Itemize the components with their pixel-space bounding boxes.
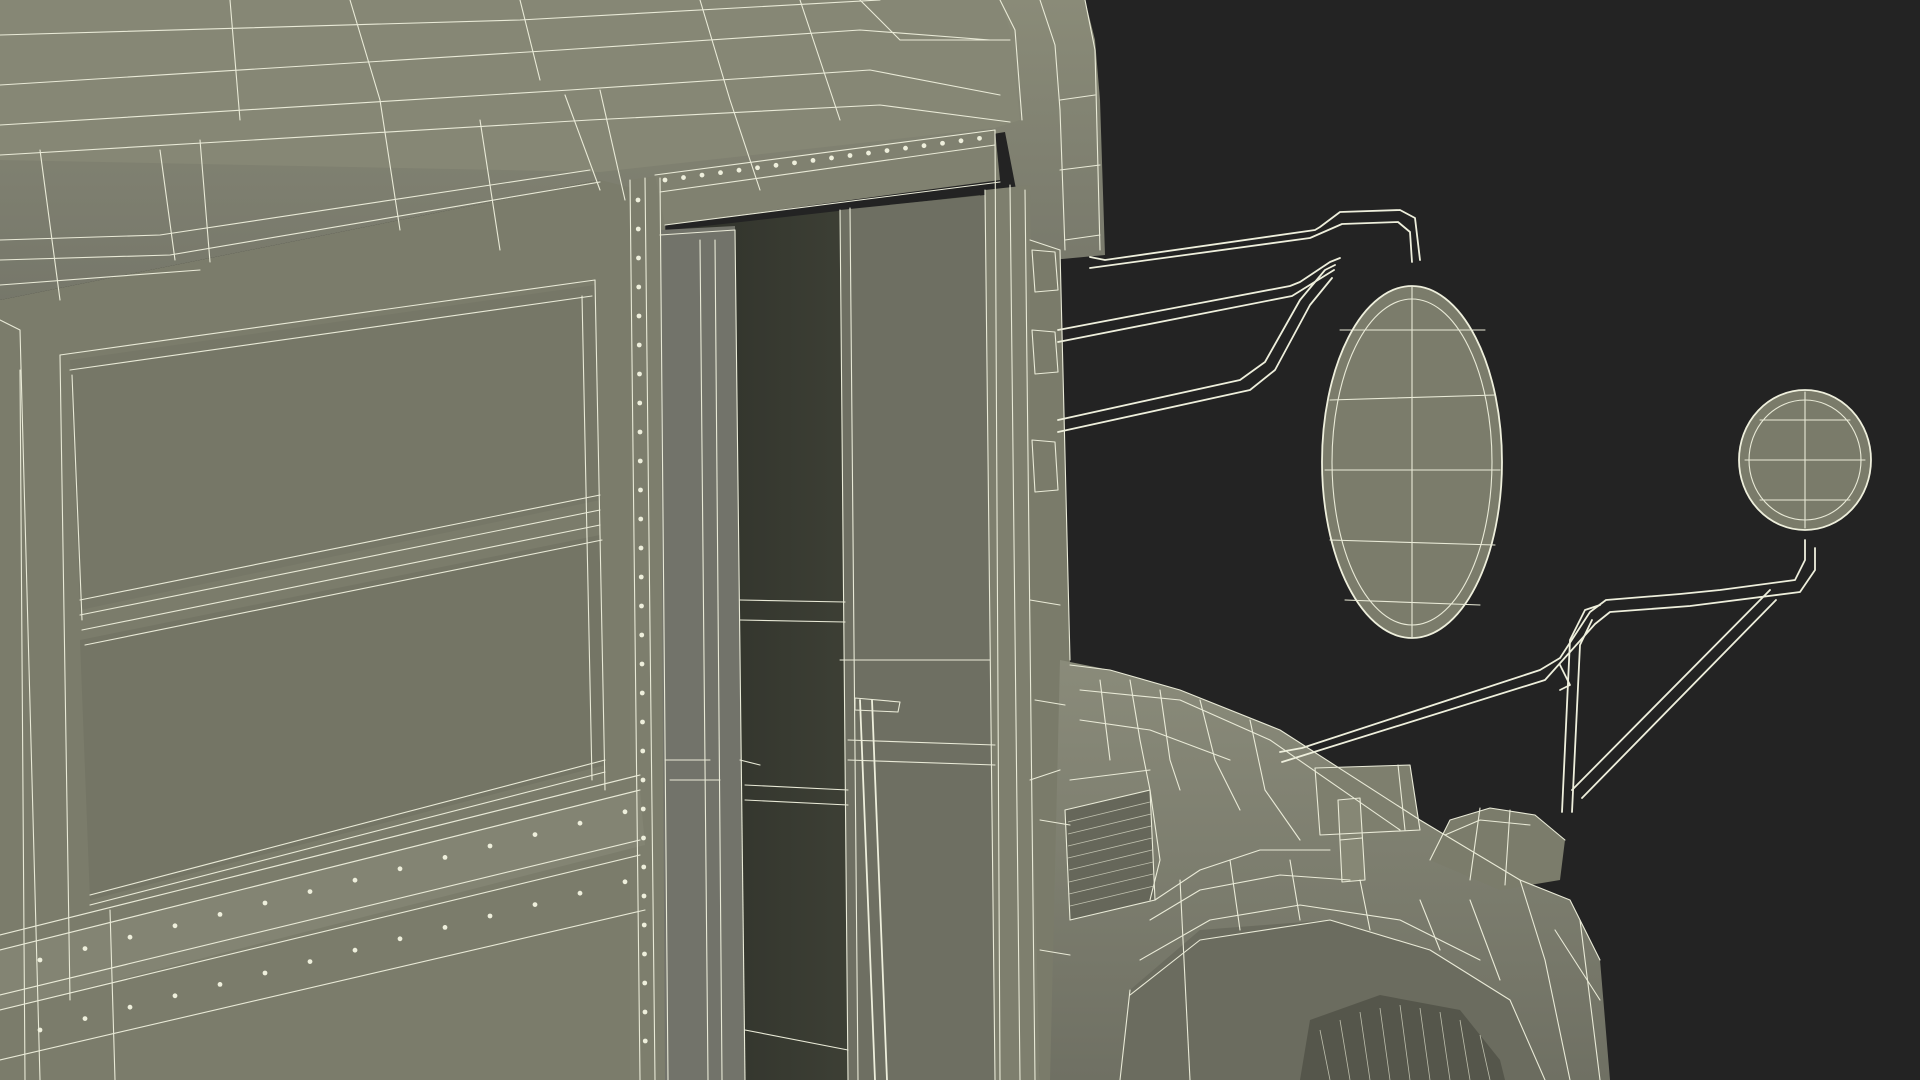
side-mirror-oval [1321, 285, 1503, 639]
rivet [532, 902, 538, 907]
rivet [641, 922, 647, 928]
rivet [638, 516, 644, 522]
rivet [642, 980, 648, 986]
rivet [82, 1016, 88, 1021]
rivet [37, 1027, 43, 1033]
rivet [307, 889, 313, 894]
crossover-mirror-round [1738, 389, 1872, 531]
rivet [639, 661, 645, 667]
rivet [640, 748, 646, 754]
rivet [641, 835, 646, 841]
rivet [639, 690, 645, 696]
rivet [217, 912, 223, 917]
rivet [699, 172, 705, 178]
render-viewport [0, 0, 1920, 1080]
rivet [577, 820, 583, 826]
rivet [636, 313, 642, 319]
rivet [127, 1004, 133, 1010]
rivet [642, 1009, 648, 1015]
rivet [639, 632, 645, 638]
rivet [262, 970, 268, 976]
rivet [792, 160, 797, 166]
rivet [622, 809, 628, 815]
rivet [82, 946, 88, 951]
rivet [921, 143, 927, 149]
rivet [217, 982, 223, 987]
rivet [397, 866, 403, 872]
rivet [940, 140, 945, 146]
rivet [622, 879, 628, 885]
rivet [442, 855, 448, 860]
rivet [847, 153, 853, 158]
rivet [640, 777, 646, 783]
rivet [442, 925, 448, 930]
door-leaf-left [660, 226, 745, 1080]
grille [1065, 790, 1155, 920]
door-leaf-right [840, 195, 995, 1080]
bus-wireframe-render [0, 0, 1872, 1080]
mirror-arm-upper [1089, 209, 1421, 261]
rivet [639, 603, 644, 609]
rivet [172, 923, 178, 929]
rivet [641, 864, 647, 870]
rivet [637, 400, 643, 406]
rivet [352, 947, 358, 953]
rivet [352, 877, 358, 883]
rivet [638, 487, 643, 493]
rivet [640, 806, 646, 812]
rivet [637, 458, 643, 464]
rivet [866, 150, 871, 156]
rivet [487, 913, 493, 919]
rivet [262, 900, 268, 906]
rivet [577, 890, 583, 896]
rivet [636, 342, 642, 348]
rivet [718, 170, 723, 176]
rivet [307, 959, 313, 964]
rivet [958, 138, 964, 144]
rivet [977, 135, 982, 141]
rivet [397, 936, 403, 942]
rivet [638, 545, 644, 551]
rivet [636, 255, 641, 261]
rivet [640, 719, 645, 725]
rivet [127, 934, 133, 940]
rivet [172, 993, 178, 999]
rivet [810, 158, 816, 163]
rivet [642, 951, 647, 957]
rivet [662, 177, 668, 183]
rivet [635, 197, 641, 203]
rivet [637, 371, 642, 377]
rivet [638, 574, 644, 580]
rivet [637, 429, 643, 435]
rivet [736, 167, 742, 173]
rivet [635, 226, 641, 232]
rivet [636, 284, 642, 290]
rivet [642, 1038, 648, 1044]
rivet [37, 957, 43, 963]
rivet [903, 145, 908, 151]
rivet [884, 148, 890, 154]
rivet [773, 162, 779, 168]
rivet [755, 165, 760, 171]
rivet [681, 175, 686, 180]
rivet [532, 832, 538, 837]
front-hood [1050, 660, 1610, 1080]
rivet [829, 155, 834, 161]
rivet [487, 843, 493, 849]
rivet [641, 893, 647, 899]
